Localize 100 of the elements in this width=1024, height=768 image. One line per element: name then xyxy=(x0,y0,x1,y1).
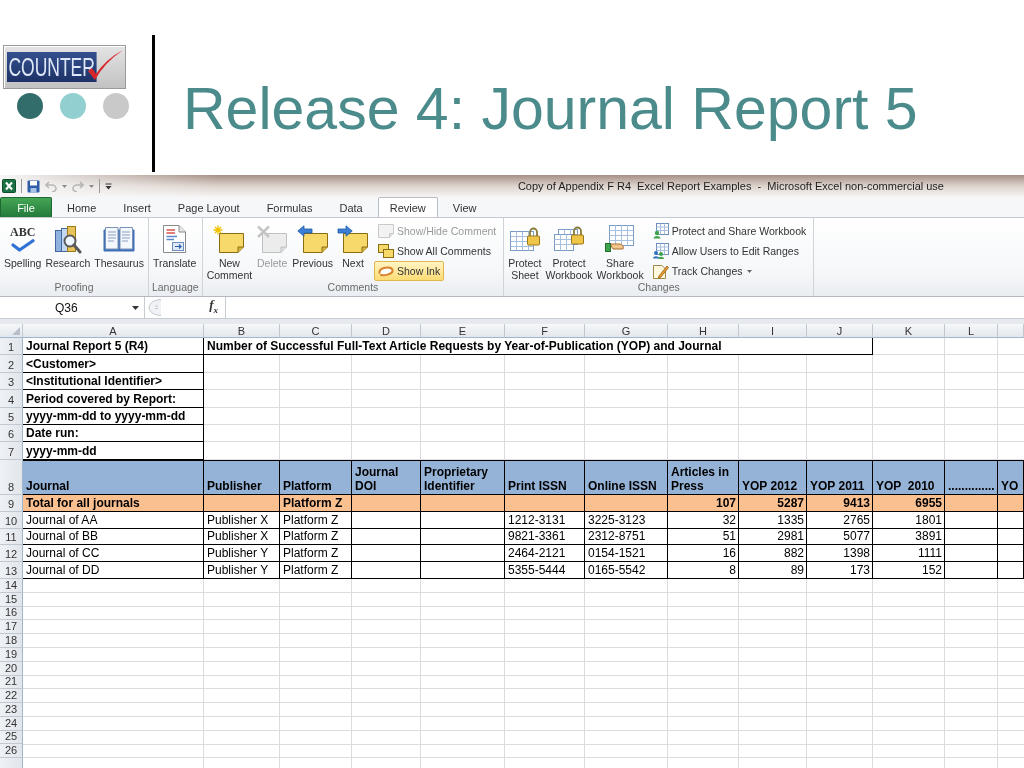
ribbon-button[interactable]: Protect Workbook xyxy=(544,221,594,281)
table-cell: Platform Z xyxy=(280,562,352,579)
note-cross-icon xyxy=(256,224,289,253)
table-header-cell: YOP 2011 xyxy=(807,459,873,495)
table-cell: 0165-5542 xyxy=(585,562,668,579)
sheet-people-icon xyxy=(652,243,669,259)
ribbon-tab[interactable]: File xyxy=(0,197,52,217)
splitter-handle-icon[interactable] xyxy=(148,299,162,316)
row-header[interactable]: 4 xyxy=(0,390,23,408)
ribbon-tab[interactable]: Data xyxy=(327,197,375,217)
group-label: Proofing xyxy=(53,281,95,295)
row-header[interactable]: 7 xyxy=(0,442,23,460)
table-cell: yyyy-mm-dd xyxy=(23,442,204,460)
table-cell: 89 xyxy=(739,562,807,579)
ribbon-tab[interactable]: Insert xyxy=(111,197,163,217)
column-header[interactable]: D xyxy=(352,324,421,338)
ribbon-tab[interactable]: Review xyxy=(377,197,438,217)
ribbon-button[interactable]: Show All Comments xyxy=(374,241,495,261)
insert-function-button[interactable]: f$_{x}$ xyxy=(208,298,219,317)
note-icon xyxy=(378,224,394,238)
group-label: Comments xyxy=(326,281,380,295)
select-all-button[interactable] xyxy=(0,324,23,338)
caret-icon[interactable] xyxy=(89,184,94,188)
circle-icon xyxy=(17,93,43,119)
column-header[interactable]: C xyxy=(280,324,352,338)
column-header[interactable]: B xyxy=(204,324,280,338)
row-header[interactable]: 12 xyxy=(0,545,23,563)
table-header-cell: YO xyxy=(998,459,1024,495)
table-cell: Journal Report 5 (R4) xyxy=(23,338,204,356)
sheet-hand-icon xyxy=(605,224,636,253)
ribbon-button[interactable]: Research xyxy=(44,221,92,269)
table-cell xyxy=(945,562,998,579)
column-header[interactable]: E xyxy=(421,324,505,338)
row-header[interactable]: 18 xyxy=(0,634,23,648)
ribbon-tab[interactable]: View xyxy=(440,197,489,217)
group-label: Language xyxy=(151,281,199,295)
ribbon-button[interactable]: ABC Spelling xyxy=(3,221,43,269)
column-header[interactable]: I xyxy=(739,324,807,338)
ribbon-button[interactable]: Track Changes xyxy=(648,261,757,281)
ribbon-button[interactable]: Show Ink xyxy=(374,261,445,281)
ribbon-button[interactable]: Previous xyxy=(291,221,334,269)
save-icon[interactable] xyxy=(27,179,40,193)
caret-icon xyxy=(747,269,753,273)
table-cell: 152 xyxy=(873,562,945,579)
table-cell: 1111 xyxy=(873,545,945,563)
column-header[interactable]: F xyxy=(505,324,585,338)
table-cell: 882 xyxy=(739,545,807,563)
table-header-cell: YOP 2012 xyxy=(739,459,807,495)
row-header[interactable]: 17 xyxy=(0,620,23,635)
table-cell: 5355-5444 xyxy=(505,562,585,579)
ribbon-tab[interactable]: Page Layout xyxy=(165,197,252,217)
caret-icon[interactable] xyxy=(62,184,67,188)
ribbon-button[interactable]: Share Workbook xyxy=(595,221,645,281)
column-header[interactable] xyxy=(998,324,1024,338)
name-box[interactable]: Q36 xyxy=(0,297,145,318)
column-header[interactable]: L xyxy=(945,324,998,338)
table-cell xyxy=(945,545,998,563)
table-cell: Publisher Y xyxy=(204,562,280,579)
column-header[interactable]: K xyxy=(873,324,945,338)
spreadsheet-app-icon[interactable] xyxy=(2,179,16,193)
row-header[interactable]: 22 xyxy=(0,689,23,704)
ribbon-tab[interactable]: Formulas xyxy=(254,197,325,217)
sheet-person-icon xyxy=(652,223,669,239)
customize-caret-icon[interactable] xyxy=(105,182,112,190)
table-header-cell: YOP 2010 xyxy=(873,459,945,495)
table-cell: <Customer> xyxy=(23,355,204,373)
ribbon-button[interactable]: Translate xyxy=(151,221,198,269)
column-header[interactable]: G xyxy=(585,324,668,338)
table-cell: Platform Z xyxy=(280,545,352,563)
table-cell: Publisher Y xyxy=(204,545,280,563)
ribbon-button[interactable]: Next xyxy=(336,221,370,269)
row-header[interactable]: 2 xyxy=(0,355,23,373)
ribbon-button[interactable]: Protect and Share Workbook xyxy=(648,221,811,241)
column-header[interactable]: H xyxy=(668,324,739,338)
ribbon-button[interactable]: Protect Sheet xyxy=(507,221,543,281)
row-header[interactable]: 23 xyxy=(0,703,23,717)
row-header[interactable]: 13 xyxy=(0,562,23,579)
table-header-cell: Articles in Press xyxy=(668,459,739,495)
note-right-arrow-icon xyxy=(337,224,369,253)
row-header[interactable] xyxy=(0,758,23,768)
row-header[interactable]: 26 xyxy=(0,744,23,759)
row-header[interactable]: 1 xyxy=(0,338,23,356)
table-cell xyxy=(352,545,421,563)
ribbon-button[interactable]: New Comment xyxy=(205,221,254,281)
table-cell: Number of Successful Full-Text Article Requests by Year-of-Publication (YOP) and Journal xyxy=(204,338,873,356)
table-cell: 1398 xyxy=(807,545,873,563)
table-cell: 8 xyxy=(668,562,739,579)
ribbon-button[interactable]: Thesaurus xyxy=(93,221,145,269)
row-header[interactable]: 8 xyxy=(0,459,23,495)
table-cell: Journal of DD xyxy=(23,562,204,579)
circle-icon xyxy=(60,93,86,119)
ribbon-button[interactable]: Allow Users to Edit Ranges xyxy=(648,241,803,261)
column-header[interactable]: J xyxy=(807,324,873,338)
table-header-cell: Journal DOI xyxy=(352,459,421,495)
open-book-icon xyxy=(103,225,136,252)
table-cell: Period covered by Report: xyxy=(23,390,204,408)
ribbon-tab[interactable]: Home xyxy=(55,197,109,217)
column-header[interactable]: A xyxy=(23,324,204,338)
table-cell: 2464-2121 xyxy=(505,545,585,563)
table-cell: 0154-1521 xyxy=(585,545,668,563)
